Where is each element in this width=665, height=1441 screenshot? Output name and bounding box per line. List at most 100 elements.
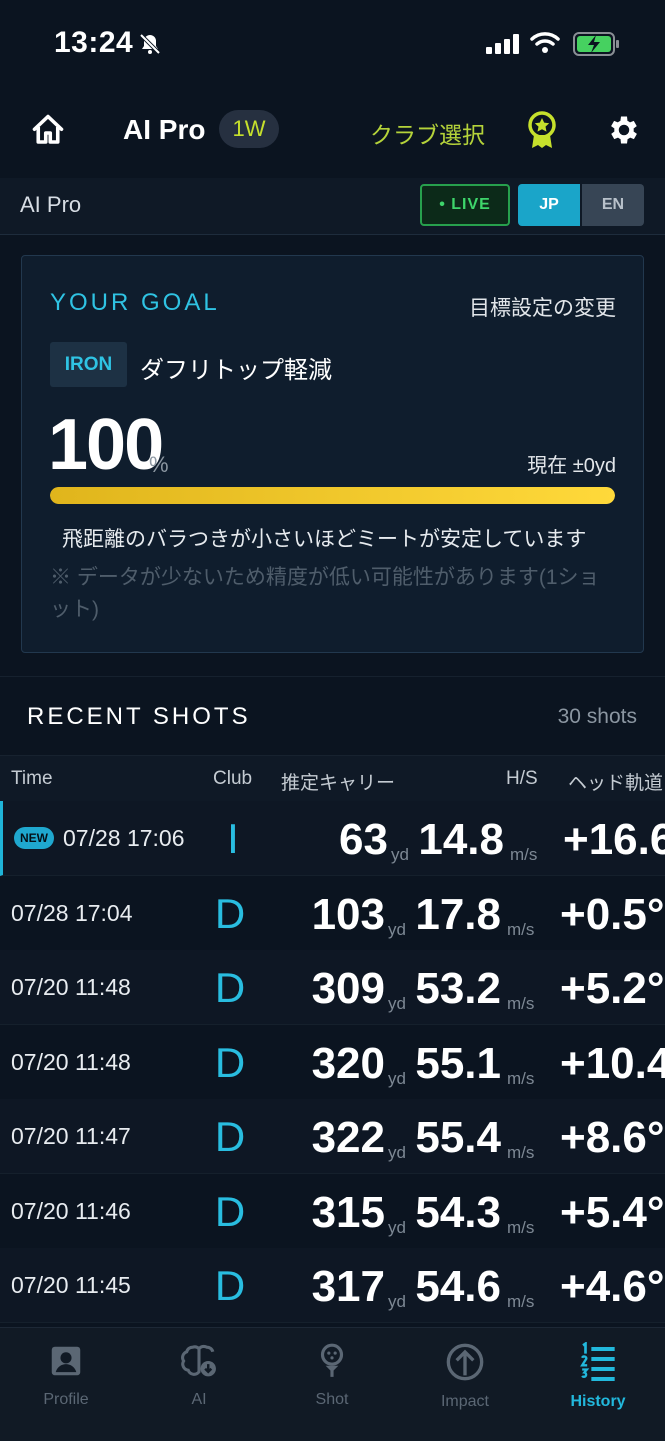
silent-bell-icon	[138, 32, 162, 61]
language-jp-button[interactable]: JP	[518, 184, 580, 226]
head-speed-unit: m/s	[510, 845, 538, 864]
goal-percent-unit: %	[149, 452, 169, 477]
wifi-icon	[530, 32, 560, 59]
shot-head-speed: 55.1	[415, 1038, 501, 1088]
table-header: Time Club 推定キャリー H/S ヘッド軌道	[0, 755, 665, 803]
shot-time: 07/20 11:46	[11, 1197, 131, 1224]
home-icon[interactable]	[30, 112, 66, 153]
carry-unit: yd	[388, 1217, 406, 1237]
shot-head-path: +4.6°	[560, 1262, 665, 1311]
shot-head-path: +10.4°	[560, 1038, 665, 1088]
shot-time: 07/20 11:48	[11, 1048, 131, 1075]
goal-name: ダフリトップ軽減	[140, 357, 332, 384]
shot-club: D	[214, 1038, 246, 1086]
goal-message: 飛距離のバラつきが小さいほどミートが安定しています	[62, 528, 587, 551]
head-speed-unit: m/s	[507, 1217, 535, 1237]
sub-header-bar: AI Pro • LIVE JP EN	[0, 178, 665, 235]
app-title: AI Pro	[123, 114, 206, 145]
table-row[interactable]: 07/20 11:46 D 315 yd 54.3 m/s +5.4°	[0, 1173, 665, 1249]
carry-unit: yd	[388, 994, 406, 1013]
club-select-link[interactable]: クラブ選択	[370, 116, 485, 150]
shot-carry: 317	[311, 1262, 385, 1311]
profile-icon	[47, 1346, 85, 1384]
table-row[interactable]: 07/20 11:48 D 309 yd 53.2 m/s +5.2°	[0, 950, 665, 1025]
tab-label: AI	[191, 1391, 207, 1408]
shot-carry: 309	[311, 964, 385, 1013]
new-badge: NEW	[14, 827, 54, 849]
app-header: AI Pro 1W クラブ選択	[0, 90, 665, 178]
goal-progress-fill	[50, 487, 615, 504]
shot-carry: 315	[311, 1187, 385, 1237]
goal-progress-track	[50, 487, 615, 504]
column-club: Club	[213, 768, 253, 789]
shot-head-speed: 55.4	[415, 1113, 501, 1162]
carry-unit: yd	[388, 919, 406, 939]
head-speed-unit: m/s	[507, 1292, 535, 1311]
shot-head-path: +5.2°	[560, 964, 665, 1013]
shot-club: D	[214, 1262, 246, 1309]
table-row[interactable]: 07/20 11:47 D 322 yd 55.4 m/s +8.6°	[0, 1099, 665, 1174]
history-list-icon	[578, 1341, 618, 1386]
settings-gear-icon[interactable]	[606, 112, 642, 153]
tab-profile[interactable]: Profile	[16, 1342, 116, 1409]
language-en-button[interactable]: EN	[582, 184, 644, 226]
goal-heading: YOUR GOAL	[50, 289, 220, 316]
column-time: Time	[11, 768, 53, 789]
goal-accuracy-note: ※ データが少ないため精度が低い可能性があります(1ショット)	[50, 566, 600, 621]
shot-time: 07/28 17:06	[63, 825, 185, 851]
shot-club: D	[214, 1187, 246, 1235]
shot-head-path: +16.6°	[563, 815, 665, 864]
shot-time: 07/20 11:47	[11, 1123, 131, 1149]
carry-unit: yd	[388, 1143, 406, 1162]
head-speed-unit: m/s	[507, 994, 535, 1013]
shot-head-path: +5.4°	[560, 1187, 665, 1237]
shot-head-path: +0.5°	[560, 889, 665, 939]
shot-club: I	[227, 815, 239, 862]
change-goal-link[interactable]: 目標設定の変更	[469, 292, 616, 322]
head-speed-unit: m/s	[507, 919, 535, 939]
goal-current-value: 現在 ±0yd	[527, 455, 616, 477]
table-row[interactable]: 07/20 11:45 D 317 yd 54.6 m/s +4.6°	[0, 1248, 665, 1323]
impact-arrow-icon	[445, 1343, 485, 1386]
shot-club: D	[214, 889, 246, 937]
shot-head-speed: 54.6	[415, 1262, 501, 1311]
shot-club: D	[214, 964, 246, 1011]
table-row[interactable]: NEW 07/28 17:06 I 63yd 14.8 m/s +16.6°	[0, 801, 665, 876]
tab-ai[interactable]: AI	[149, 1342, 249, 1409]
shot-count: 30 shots	[557, 705, 637, 728]
carry-unit: yd	[391, 845, 409, 864]
goal-card: YOUR GOAL 目標設定の変更 IRON ダフリトップ軽減 100 % 現在…	[21, 255, 644, 653]
table-row[interactable]: 07/20 11:48 D 320yd 55.1 m/s +10.4°	[0, 1024, 665, 1100]
column-carry: 推定キャリー	[281, 773, 396, 794]
cellular-signal-icon	[486, 34, 520, 59]
current-club-badge[interactable]: 1W	[219, 110, 279, 148]
battery-charging-icon	[573, 32, 621, 61]
award-medal-icon[interactable]	[526, 110, 558, 155]
tab-impact[interactable]: Impact	[415, 1342, 515, 1411]
carry-unit: yd	[388, 1292, 406, 1311]
shot-time: 07/28 17:04	[11, 899, 133, 926]
shot-head-speed: 17.8	[415, 889, 501, 939]
shot-time: 07/20 11:45	[11, 1272, 131, 1298]
column-head-path: ヘッド軌道	[568, 773, 664, 794]
shot-head-speed: 53.2	[415, 964, 501, 1013]
shot-carry: 103	[311, 889, 385, 939]
shot-carry: 320	[311, 1038, 385, 1088]
table-row[interactable]: 07/28 17:04 D 103 yd 17.8 m/s +0.5°	[0, 875, 665, 951]
bottom-tab-bar: Profile AI Shot Impact History	[0, 1327, 665, 1441]
recent-shots-section: RECENT SHOTS 30 shots Time Club 推定キャリー H…	[0, 676, 665, 1327]
head-speed-unit: m/s	[507, 1068, 535, 1088]
shot-head-speed: 14.8	[418, 815, 504, 864]
shot-carry: 63	[339, 815, 388, 864]
golf-ball-tee-icon	[313, 1343, 351, 1384]
tab-shot[interactable]: Shot	[282, 1342, 382, 1409]
tab-history[interactable]: History	[548, 1341, 648, 1411]
tab-label: Profile	[43, 1391, 89, 1408]
live-indicator[interactable]: • LIVE	[420, 184, 510, 226]
column-head-speed: H/S	[506, 768, 538, 789]
tab-label: Shot	[315, 1391, 349, 1408]
goal-club-tag: IRON	[50, 342, 127, 387]
tab-label: History	[570, 1393, 626, 1410]
shot-head-path: +8.6°	[560, 1113, 665, 1162]
tab-label: Impact	[440, 1393, 489, 1410]
